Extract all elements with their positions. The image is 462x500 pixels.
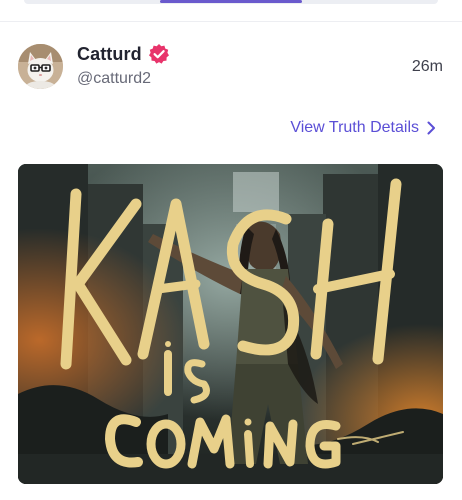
chevron-right-icon [427, 121, 435, 135]
post-image[interactable] [18, 164, 443, 484]
view-truth-details-link[interactable]: View Truth Details [290, 119, 436, 137]
view-truth-details-label: View Truth Details [290, 119, 419, 136]
verified-badge-icon [148, 43, 170, 65]
truth-post: Catturd @catturd2 26m View Truth Details [0, 0, 462, 500]
author-handle[interactable]: @catturd2 [77, 70, 151, 88]
active-tab-indicator [160, 0, 302, 3]
author-display-name[interactable]: Catturd [77, 44, 142, 65]
post-image-artwork [18, 164, 443, 484]
author-name-row[interactable]: Catturd [77, 43, 170, 65]
header-divider [0, 21, 462, 22]
top-tab-strip [24, 0, 438, 4]
cat-with-glasses-avatar-icon [18, 44, 63, 89]
avatar[interactable] [18, 44, 63, 89]
post-timestamp[interactable]: 26m [412, 58, 443, 76]
